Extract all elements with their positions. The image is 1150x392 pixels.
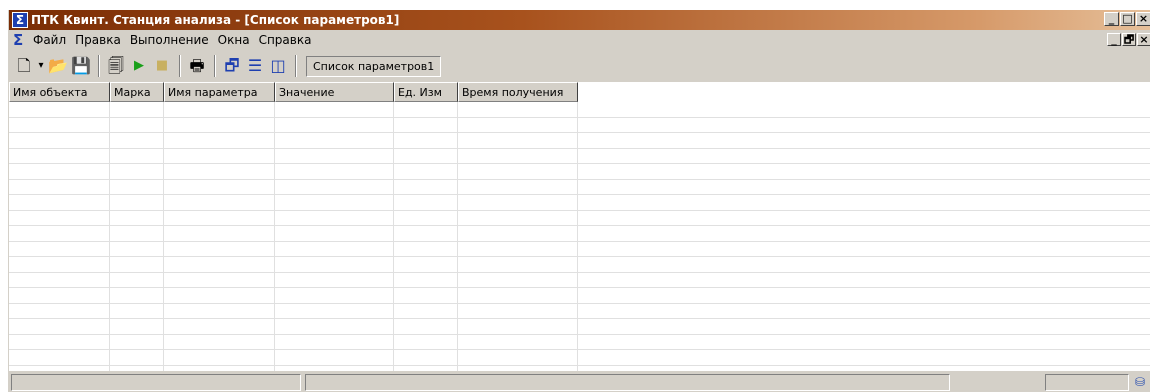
- cascade-windows-icon[interactable]: 🗗: [221, 55, 243, 77]
- column-header-value[interactable]: Значение: [275, 82, 394, 102]
- toolbar-separator: [214, 55, 216, 77]
- maximize-button[interactable]: □: [1120, 12, 1135, 26]
- tile-vertical-icon[interactable]: ◫: [267, 55, 289, 77]
- mdi-minimize-button[interactable]: _: [1107, 33, 1121, 46]
- grid-line: [9, 148, 1150, 149]
- grid-line: [9, 349, 1150, 350]
- table-body[interactable]: [9, 102, 1150, 371]
- close-button[interactable]: ×: [1136, 12, 1150, 26]
- open-folder-icon[interactable]: 📂: [47, 55, 69, 77]
- parameter-table[interactable]: Имя объекта Марка Имя параметра Значение…: [9, 82, 1150, 371]
- menu-edit[interactable]: Правка: [75, 33, 121, 47]
- grid-line: [9, 132, 1150, 133]
- menu-bar: Σ Файл Правка Выполнение Окна Справка _ …: [9, 30, 1150, 50]
- grid-line: [393, 102, 394, 371]
- toolbar-separator: [179, 55, 181, 77]
- status-panel: [305, 374, 950, 391]
- main-window: Σ ПТК Квинт. Станция анализа - [Список п…: [8, 10, 1150, 392]
- window-controls: _ □ ×: [1104, 12, 1150, 26]
- grid-line: [9, 272, 1150, 273]
- title-bar[interactable]: Σ ПТК Квинт. Станция анализа - [Список п…: [9, 10, 1150, 30]
- table-header: Имя объекта Марка Имя параметра Значение…: [9, 82, 578, 102]
- grid-line: [9, 225, 1150, 226]
- properties-icon[interactable]: 🗐: [105, 55, 127, 77]
- grid-line: [9, 194, 1150, 195]
- toolbar-separator: [98, 55, 100, 77]
- toolbar: 🗋 ▾ 📂 💾 🗐 ▶ ■ 🖶 🗗 ☰ ◫ Список параметров1: [9, 50, 1150, 82]
- run-icon[interactable]: ▶: [128, 55, 150, 77]
- column-header-mark[interactable]: Марка: [110, 82, 164, 102]
- toolbar-separator: [295, 55, 297, 77]
- grid-line: [9, 210, 1150, 211]
- column-header-unit[interactable]: Ед. Изм: [394, 82, 458, 102]
- status-bar: ⛁: [9, 371, 1150, 392]
- window-title: ПТК Квинт. Станция анализа - [Список пар…: [31, 13, 400, 27]
- document-tab[interactable]: Список параметров1: [306, 55, 442, 77]
- status-panel: [11, 374, 301, 391]
- grid-line: [9, 318, 1150, 319]
- grid-line: [457, 102, 458, 371]
- mdi-restore-button[interactable]: 🗗: [1122, 33, 1136, 46]
- grid-line: [9, 117, 1150, 118]
- grid-line: [9, 287, 1150, 288]
- column-header-object-name[interactable]: Имя объекта: [9, 82, 110, 102]
- grid-line: [9, 334, 1150, 335]
- column-header-parameter-name[interactable]: Имя параметра: [164, 82, 275, 102]
- mdi-controls: _ 🗗 ×: [1107, 33, 1150, 46]
- mdi-close-button[interactable]: ×: [1137, 33, 1150, 46]
- menu-file[interactable]: Файл: [33, 33, 66, 47]
- grid-line: [9, 241, 1150, 242]
- grid-line: [9, 179, 1150, 180]
- save-icon[interactable]: 💾: [70, 55, 92, 77]
- column-header-receive-time[interactable]: Время получения: [458, 82, 578, 102]
- dropdown-arrow-icon[interactable]: ▾: [36, 55, 46, 77]
- network-icon: ⛁: [1134, 375, 1146, 389]
- grid-line: [274, 102, 275, 371]
- print-icon[interactable]: 🖶: [186, 55, 208, 77]
- sigma-icon[interactable]: Σ: [12, 12, 28, 28]
- grid-line: [9, 163, 1150, 164]
- stop-icon[interactable]: ■: [151, 55, 173, 77]
- menu-help[interactable]: Справка: [259, 33, 312, 47]
- minimize-button[interactable]: _: [1104, 12, 1119, 26]
- new-document-icon[interactable]: 🗋: [13, 55, 35, 77]
- grid-line: [163, 102, 164, 371]
- status-panel: [1045, 374, 1129, 391]
- tile-horizontal-icon[interactable]: ☰: [244, 55, 266, 77]
- grid-line: [9, 365, 1150, 366]
- grid-line: [109, 102, 110, 371]
- menu-windows[interactable]: Окна: [218, 33, 250, 47]
- grid-line: [9, 303, 1150, 304]
- grid-line: [9, 256, 1150, 257]
- grid-line: [577, 102, 578, 371]
- menu-execute[interactable]: Выполнение: [130, 33, 209, 47]
- sigma-icon[interactable]: Σ: [13, 31, 27, 49]
